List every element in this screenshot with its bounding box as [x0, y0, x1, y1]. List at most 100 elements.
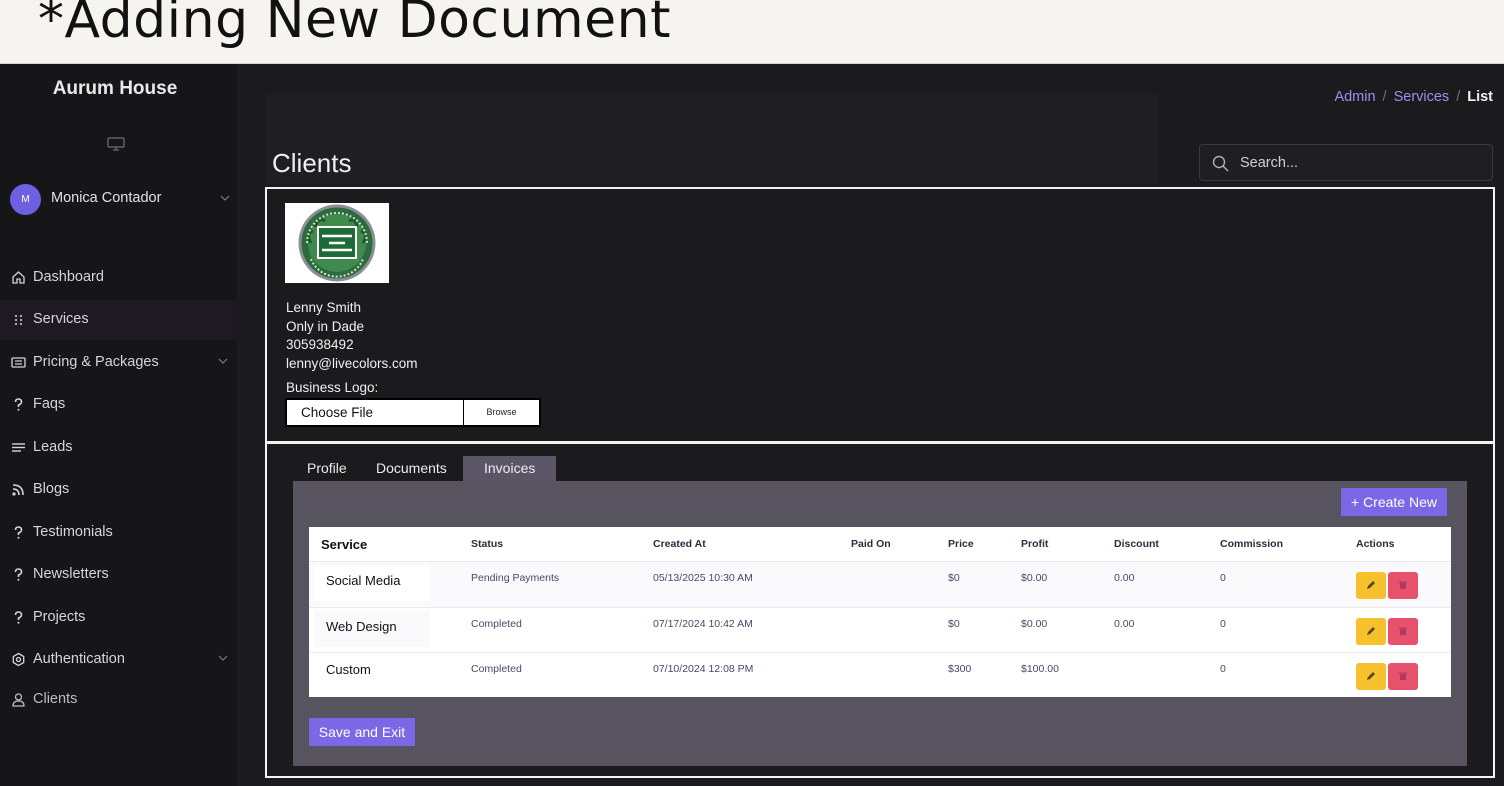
column-header-created-at: Created At	[653, 538, 706, 550]
chevron-down-icon	[218, 358, 228, 368]
sidebar-item-leads[interactable]: Leads	[0, 428, 237, 468]
breadcrumb-separator: /	[1456, 89, 1461, 105]
browse-button[interactable]: Browse	[463, 400, 539, 425]
user-name: Monica Contador	[51, 190, 162, 206]
sidebar-item-authentication[interactable]: Authentication	[0, 640, 237, 680]
sidebar-item-label: Testimonials	[33, 524, 113, 540]
sidebar-item-label: Pricing & Packages	[33, 354, 159, 370]
sidebar-item-label: Newsletters	[33, 566, 109, 582]
service-cell: Web Design	[314, 611, 430, 647]
breadcrumb-services[interactable]: Services	[1394, 89, 1450, 105]
column-header-paid-on: Paid On	[851, 538, 891, 550]
status-value: Completed	[471, 663, 522, 675]
invoices-table: Service Status Created At Paid On Price …	[309, 527, 1451, 697]
client-email: lenny@livecolors.com	[286, 356, 418, 372]
sidebar-item-label: Leads	[33, 439, 73, 455]
status-value: Pending Payments	[471, 572, 560, 584]
table-row[interactable]: Web Design Completed 07/17/2024 10:42 AM…	[309, 608, 1451, 653]
sidebar-item-label: Dashboard	[33, 269, 104, 285]
price-value: $300	[948, 663, 972, 675]
breadcrumb-separator: /	[1382, 89, 1387, 105]
client-profile-card: Lenny Smith Only in Dade 305938492 lenny…	[265, 187, 1495, 443]
delete-button[interactable]	[1388, 572, 1418, 599]
edit-button[interactable]	[1356, 618, 1386, 645]
price-value: $0	[948, 572, 960, 584]
client-info: Lenny Smith Only in Dade 305938492 lenny…	[286, 299, 418, 374]
choose-file-label[interactable]: Choose File	[301, 405, 373, 420]
business-logo-label: Business Logo:	[286, 380, 379, 395]
search-box[interactable]	[1199, 144, 1493, 181]
price-value: $0	[948, 618, 960, 630]
column-header-service: Service	[321, 537, 368, 552]
created-at-value: 07/10/2024 12:08 PM	[653, 663, 754, 675]
commission-value: 0	[1220, 618, 1226, 630]
pencil-icon	[1356, 580, 1386, 590]
gear-icon	[11, 652, 26, 667]
list-icon	[11, 440, 26, 455]
question-icon	[11, 397, 26, 412]
sidebar-item-label: Projects	[33, 609, 86, 625]
save-and-exit-button[interactable]: Save and Exit	[309, 718, 415, 746]
client-company: Only in Dade	[286, 318, 365, 334]
tab-profile[interactable]: Profile	[307, 456, 347, 481]
service-cell: Custom	[314, 656, 430, 692]
blog-icon	[11, 482, 26, 497]
sidebar-item-newsletters[interactable]: Newsletters	[0, 555, 237, 595]
business-logo-file-input[interactable]: Choose File Browse	[285, 398, 541, 427]
delete-button[interactable]	[1388, 618, 1418, 645]
header-bar	[266, 94, 1158, 184]
sidebar-item-clients[interactable]: Clients	[0, 680, 237, 720]
client-name: Lenny Smith	[286, 300, 362, 315]
client-tabs-card: Profile Documents Invoices + Create New …	[265, 442, 1495, 778]
sidebar-item-label: Faqs	[33, 396, 66, 412]
table-row[interactable]: Social Media Pending Payments 05/13/2025…	[309, 562, 1451, 607]
service-cell: Social Media	[314, 565, 430, 601]
sidebar-item-projects[interactable]: Projects	[0, 598, 237, 638]
sidebar-item-services[interactable]: Services	[0, 300, 237, 340]
status-value: Completed	[471, 618, 522, 630]
page-title: Clients	[272, 148, 352, 178]
sidebar-item-blogs[interactable]: Blogs	[0, 470, 237, 510]
trash-icon	[1388, 626, 1418, 636]
sidebar-item-testimonials[interactable]: Testimonials	[0, 513, 237, 553]
invoices-panel: + Create New Service Status Created At P…	[293, 481, 1467, 766]
service-name: Social Media	[326, 573, 401, 588]
sidebar-item-pricing-packages[interactable]: Pricing & Packages	[0, 343, 237, 383]
packages-icon	[11, 355, 26, 370]
sidebar-item-dashboard[interactable]: Dashboard	[0, 258, 237, 298]
create-new-button[interactable]: + Create New	[1341, 488, 1447, 516]
column-header-actions: Actions	[1356, 538, 1395, 550]
breadcrumb-admin[interactable]: Admin	[1334, 89, 1375, 105]
question-icon	[11, 525, 26, 540]
sidebar-item-faqs[interactable]: Faqs	[0, 385, 237, 425]
search-input[interactable]	[1240, 153, 1480, 173]
user-menu[interactable]: M Monica Contador	[10, 182, 232, 215]
discount-value: 0.00	[1114, 618, 1135, 630]
table-row[interactable]: Custom Completed 07/10/2024 12:08 PM $30…	[309, 653, 1451, 698]
client-phone: 305938492	[286, 337, 354, 353]
banner-title: *Adding New Document	[38, 0, 671, 50]
question-icon	[11, 567, 26, 582]
tab-invoices[interactable]: Invoices	[463, 456, 557, 481]
trash-icon	[1388, 580, 1418, 590]
grid-dots-icon	[11, 312, 26, 327]
search-icon	[1212, 155, 1229, 172]
profit-value: $0.00	[1021, 618, 1048, 630]
monitor-icon[interactable]	[107, 137, 125, 151]
created-at-value: 07/17/2024 10:42 AM	[653, 618, 753, 630]
avatar: M	[10, 184, 41, 215]
question-icon	[11, 610, 26, 625]
discount-value: 0.00	[1114, 572, 1135, 584]
service-name: Custom	[326, 662, 371, 677]
commission-value: 0	[1220, 663, 1226, 675]
tab-documents[interactable]: Documents	[376, 456, 447, 481]
chevron-down-icon	[220, 195, 230, 205]
delete-button[interactable]	[1388, 663, 1418, 690]
instruction-banner: *Adding New Document	[0, 0, 1504, 64]
edit-button[interactable]	[1356, 663, 1386, 690]
column-header-status: Status	[471, 538, 504, 550]
business-logo-image	[285, 203, 389, 283]
breadcrumb: Admin / Services / List	[1334, 89, 1493, 105]
main-content: Clients Admin / Services / List Lenny Smith …	[237, 64, 1504, 786]
edit-button[interactable]	[1356, 572, 1386, 599]
